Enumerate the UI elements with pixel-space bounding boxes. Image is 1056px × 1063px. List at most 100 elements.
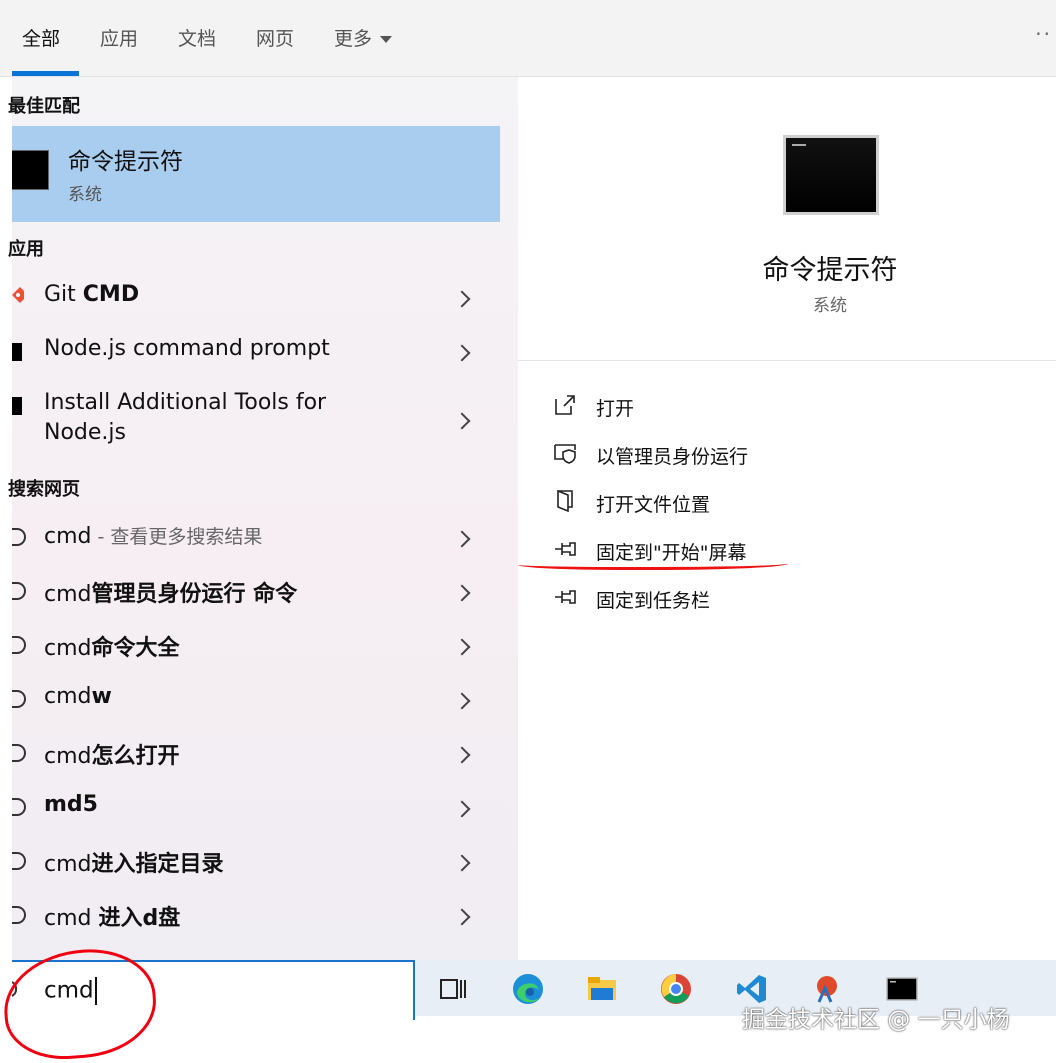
web-search-label-bold: 进入d盘	[98, 906, 181, 931]
chevron-right-icon[interactable]	[453, 908, 471, 926]
search-icon	[12, 528, 26, 546]
search-icon	[12, 690, 26, 708]
preview-subtitle: 系统	[813, 296, 847, 316]
web-search-label: cmd怎么打开	[44, 738, 180, 770]
web-search-label-bold: 管理员身份运行 命令	[91, 582, 298, 607]
chevron-right-icon[interactable]	[453, 344, 471, 362]
action-label: 固定到任务栏	[596, 590, 711, 612]
best-match-heading: 最佳匹配	[8, 96, 80, 117]
web-search-label: cmd命令大全	[44, 630, 180, 662]
nodejs-app-icon	[12, 343, 22, 361]
search-icon	[12, 636, 26, 654]
web-search-item[interactable]: cmd进入指定目录	[12, 835, 500, 889]
pin-icon	[555, 542, 576, 556]
chevron-right-icon[interactable]	[453, 692, 471, 710]
chevron-right-icon[interactable]	[453, 412, 471, 430]
web-search-label-plain: cmd	[44, 744, 92, 769]
app-item-label: Git CMD	[44, 282, 139, 307]
open-icon	[555, 395, 575, 415]
web-search-item[interactable]: cmd命令大全	[12, 619, 500, 673]
web-search-label-plain: cmd	[44, 582, 92, 607]
app-item-install-tools[interactable]: Install Additional Tools for Node.js	[12, 379, 500, 453]
apps-heading: 应用	[8, 239, 44, 260]
web-search-item[interactable]: cmdw	[12, 673, 500, 727]
web-search-item[interactable]: cmd怎么打开	[12, 727, 500, 781]
cmd-preview-icon	[783, 135, 879, 215]
app-label-plain: Git	[44, 282, 83, 307]
web-search-label-plain: cmd	[44, 684, 92, 709]
web-search-item[interactable]: md5	[12, 781, 500, 835]
best-match-item[interactable]: 命令提示符 系统	[12, 126, 500, 222]
chrome-icon[interactable]	[659, 972, 693, 1006]
tab-more[interactable]: 更多	[334, 24, 393, 51]
preview-title: 命令提示符	[762, 255, 898, 286]
web-search-label: cmd 进入d盘	[44, 900, 180, 932]
web-search-label-bold: w	[91, 684, 112, 709]
search-icon	[12, 582, 26, 600]
web-search-label: md5	[44, 792, 98, 817]
file-location-icon	[557, 490, 573, 512]
app-item-nodejs-prompt[interactable]: Node.js command prompt	[12, 325, 500, 379]
web-search-item[interactable]: cmd管理员身份运行 命令	[12, 565, 500, 619]
chevron-right-icon[interactable]	[453, 530, 471, 548]
search-icon	[12, 798, 26, 816]
web-search-label-bold: 进入指定目录	[91, 852, 224, 877]
cmd-app-icon	[12, 150, 49, 190]
active-tab-indicator	[12, 71, 79, 76]
web-search-label-plain: cmd	[44, 852, 92, 877]
watermark: 掘金技术社区 @ 一只小杨	[742, 1007, 1010, 1033]
task-view-icon[interactable]	[437, 972, 471, 1006]
web-search-label: cmd - 查看更多搜索结果	[44, 522, 262, 549]
best-match-title: 命令提示符	[68, 149, 183, 175]
chevron-right-icon[interactable]	[453, 584, 471, 602]
web-search-label-plain: cmd	[44, 906, 99, 931]
tab-web[interactable]: 网页	[256, 24, 294, 51]
app-item-git-cmd[interactable]: Git CMD	[12, 271, 500, 325]
app-label-bold: CMD	[82, 282, 140, 307]
web-search-label: cmd进入指定目录	[44, 846, 224, 878]
filter-tab-bar: 全部 应用 文档 网页 更多 ··	[0, 0, 1056, 77]
search-icon	[12, 744, 26, 762]
preview-divider	[518, 360, 1056, 361]
chevron-right-icon[interactable]	[453, 746, 471, 764]
action-label: 以管理员身份运行	[596, 446, 749, 468]
tab-more-label: 更多	[334, 28, 373, 50]
action-label: 打开文件位置	[596, 494, 711, 516]
action-label: 打开	[596, 398, 635, 420]
chevron-right-icon[interactable]	[453, 854, 471, 872]
web-search-label: cmd管理员身份运行 命令	[44, 576, 297, 608]
tab-all[interactable]: 全部	[22, 24, 60, 51]
search-icon	[12, 852, 26, 870]
app-item-label-line1: Install Additional Tools for	[44, 390, 327, 415]
git-icon	[12, 287, 24, 303]
web-search-label-bold: md5	[44, 792, 98, 817]
caret-down-icon	[380, 36, 393, 43]
file-explorer-icon[interactable]	[585, 972, 619, 1006]
chevron-right-icon[interactable]	[453, 638, 471, 656]
web-search-label-plain: cmd	[44, 524, 92, 549]
web-search-label-bold: 怎么打开	[91, 744, 180, 769]
edge-icon[interactable]	[511, 972, 545, 1006]
preview-panel: 命令提示符 系统 打开 以管理员身份运行 打开文件位置 固定到"开始"屏幕 固定…	[518, 95, 1056, 960]
tab-apps[interactable]: 应用	[100, 24, 138, 51]
web-search-item[interactable]: cmd - 查看更多搜索结果	[12, 511, 500, 565]
web-search-label-plain: cmd	[44, 636, 92, 661]
best-match-subtitle: 系统	[68, 185, 102, 205]
web-search-label-bold: 命令大全	[91, 636, 180, 661]
web-search-hint: - 查看更多搜索结果	[91, 526, 263, 548]
tab-documents[interactable]: 文档	[178, 24, 216, 51]
action-label: 固定到"开始"屏幕	[596, 542, 747, 564]
app-item-label-line2: Node.js	[44, 420, 126, 445]
nodejs-app-icon	[12, 397, 22, 415]
web-search-heading: 搜索网页	[8, 479, 80, 500]
results-panel: 最佳匹配 命令提示符 系统 应用 Git CMD Node.js command…	[8, 77, 518, 960]
app-item-label: Node.js command prompt	[44, 336, 330, 361]
search-icon	[12, 906, 26, 924]
shield-icon	[554, 444, 576, 464]
chevron-right-icon[interactable]	[453, 290, 471, 308]
pin-icon	[555, 590, 576, 604]
web-search-label: cmdw	[44, 684, 112, 709]
chevron-right-icon[interactable]	[453, 800, 471, 818]
web-search-item[interactable]: cmd 进入d盘	[12, 889, 500, 943]
ellipsis-icon[interactable]: ··	[1035, 22, 1052, 46]
